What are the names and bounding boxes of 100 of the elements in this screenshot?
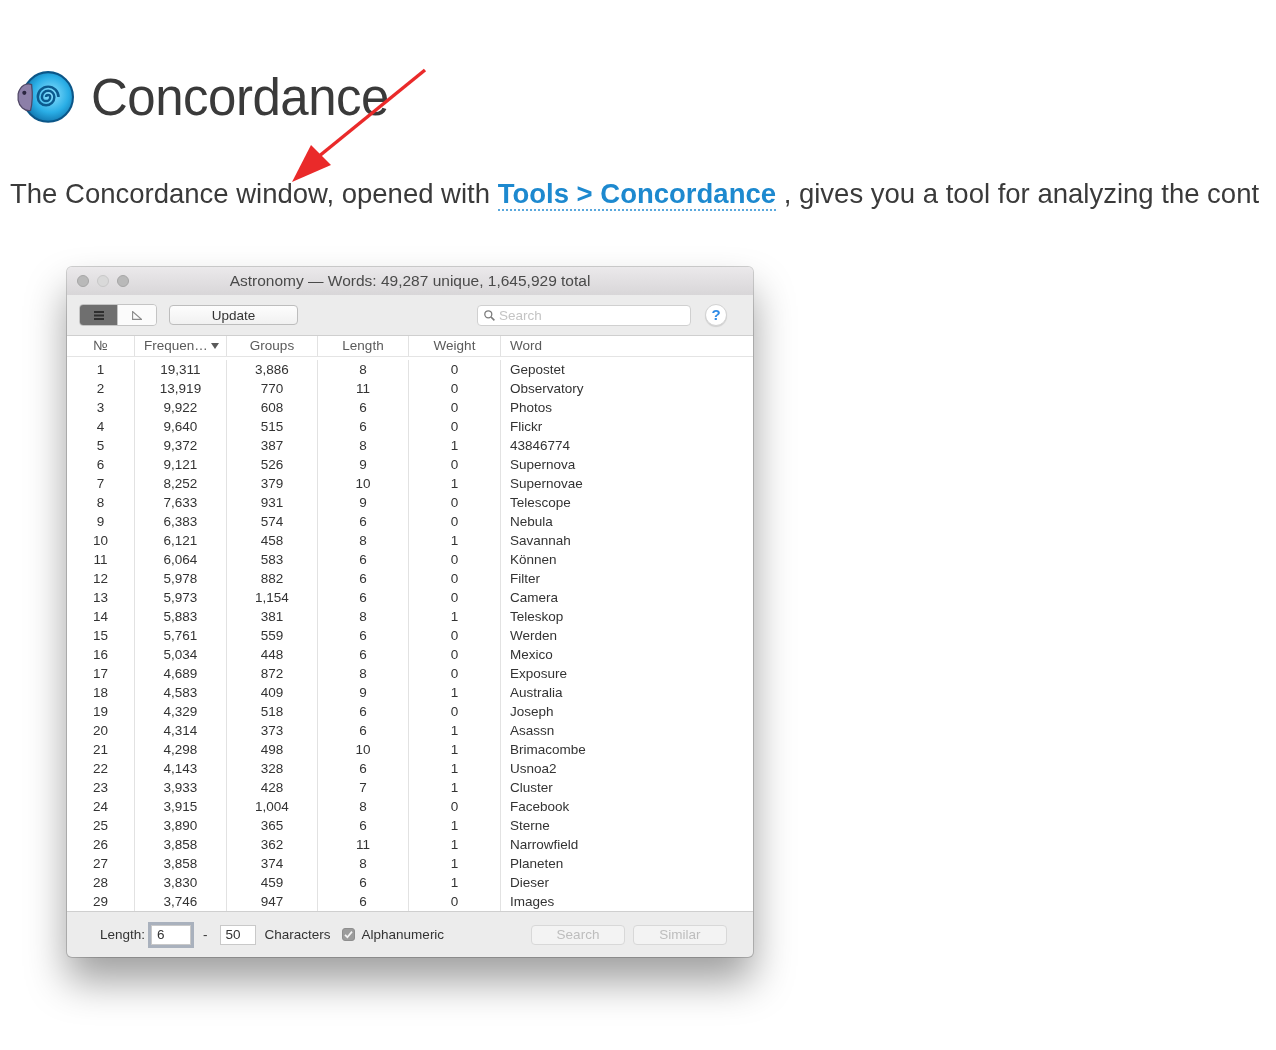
table-cell: 6,064 <box>135 550 227 570</box>
table-cell: 3 <box>67 398 135 418</box>
table-cell: 498 <box>227 740 318 760</box>
table-cell: 0 <box>409 512 501 532</box>
table-cell-text: Teleskop <box>509 608 565 627</box>
search-icon <box>484 309 495 321</box>
table-cell: 8 <box>318 360 409 380</box>
table-cell-text: Können <box>509 551 558 570</box>
table-cell: 11 <box>318 379 409 399</box>
table-cell: 8 <box>318 854 409 874</box>
table-cell: 8 <box>318 436 409 456</box>
table-cell-text: Narrowfield <box>509 836 580 855</box>
table-cell: 24 <box>67 797 135 817</box>
table-cell: 1,004 <box>227 797 318 817</box>
table-cell: 0 <box>409 360 501 380</box>
column-header[interactable]: Weight <box>409 336 501 357</box>
table-cell: 6 <box>318 873 409 893</box>
close-button[interactable] <box>77 275 89 287</box>
table-cell: 0 <box>409 550 501 570</box>
table-cell: 6 <box>318 417 409 437</box>
table-cell: 15 <box>67 626 135 646</box>
table-cell: 7,633 <box>135 493 227 513</box>
table-cell: 3,830 <box>135 873 227 893</box>
table-cell: 4,298 <box>135 740 227 760</box>
table-cell: 515 <box>227 417 318 437</box>
column-header[interactable]: Frequen… <box>135 336 227 357</box>
table-cell: 6 <box>318 569 409 589</box>
table-cell: 931 <box>227 493 318 513</box>
max-length-field[interactable]: 50 <box>219 924 256 945</box>
table-cell: 5,883 <box>135 607 227 627</box>
list-icon <box>93 310 104 320</box>
table-cell: 28 <box>67 873 135 893</box>
table-cell: 3,915 <box>135 797 227 817</box>
table-cell: 1 <box>409 778 501 798</box>
table-cell: 20 <box>67 721 135 741</box>
table-cell-text: Photos <box>509 399 554 418</box>
table-cell: 1,154 <box>227 588 318 608</box>
view-toggle-button[interactable] <box>80 305 118 326</box>
table-cell: 8 <box>318 531 409 551</box>
table-cell: 4,689 <box>135 664 227 684</box>
column-header[interactable]: Groups <box>227 336 318 357</box>
table-cell: 29 <box>67 892 135 912</box>
table-cell-text: Asassn <box>509 722 556 741</box>
table-cell: 448 <box>227 645 318 665</box>
table-cell: 0 <box>409 569 501 589</box>
table-cell: 3,890 <box>135 816 227 836</box>
table-cell: 1 <box>409 835 501 855</box>
table-cell-text: Savannah <box>509 532 572 551</box>
table-cell: 8 <box>318 797 409 817</box>
table-cell-text: Exposure <box>509 665 569 684</box>
table-cell-text: Dieser <box>509 874 550 893</box>
column-header[interactable]: Word <box>501 336 753 357</box>
table-cell: 11 <box>318 835 409 855</box>
table-cell: 2 <box>67 379 135 399</box>
table-cell: 0 <box>409 645 501 665</box>
table-cell: 409 <box>227 683 318 703</box>
table-cell: 947 <box>227 892 318 912</box>
table-cell: 5,973 <box>135 588 227 608</box>
table-cell: 4,583 <box>135 683 227 703</box>
table-cell: 22 <box>67 759 135 779</box>
min-length-field[interactable]: 6 <box>151 924 192 945</box>
window-title: Astronomy — Words: 49,287 unique, 1,645,929 total <box>229 271 591 290</box>
alphanumeric-checkbox[interactable] <box>341 928 355 942</box>
table-cell: 23 <box>67 778 135 798</box>
table-cell: 6 <box>318 550 409 570</box>
table-cell: 10 <box>318 740 409 760</box>
update-button[interactable]: Update <box>169 305 298 326</box>
table-cell: 1 <box>409 854 501 874</box>
table-cell-text: Flickr <box>509 418 544 437</box>
table-cell: 1 <box>409 436 501 456</box>
help-button[interactable]: ? <box>705 304 727 327</box>
range-dash: - <box>203 927 208 943</box>
table-cell: 9 <box>318 683 409 703</box>
table-cell: 1 <box>409 474 501 494</box>
table-cell: 374 <box>227 854 318 874</box>
table-cell: 0 <box>409 398 501 418</box>
table-cell: 428 <box>227 778 318 798</box>
table-cell: 10 <box>318 474 409 494</box>
table-cell-text: Gepostet <box>509 361 566 380</box>
table-cell: 19,311 <box>135 360 227 380</box>
column-header[interactable]: Length <box>318 336 409 357</box>
table-cell: 0 <box>409 493 501 513</box>
table-cell: 7 <box>67 474 135 494</box>
table-cell: 458 <box>227 531 318 551</box>
table-cell-text: 43846774 <box>509 437 572 456</box>
table-cell: 373 <box>227 721 318 741</box>
table-cell: 9,922 <box>135 398 227 418</box>
column-header[interactable]: № <box>67 336 135 357</box>
table-cell: 13 <box>67 588 135 608</box>
view-segmented-control[interactable] <box>79 304 157 327</box>
menu-path-link[interactable]: Tools > Concordance <box>497 178 777 211</box>
table-cell: 16 <box>67 645 135 665</box>
view-toggle-button[interactable] <box>118 305 156 326</box>
zoom-button[interactable] <box>117 275 129 287</box>
table-cell: 0 <box>409 626 501 646</box>
table-cell: 328 <box>227 759 318 779</box>
table-cell: 0 <box>409 702 501 722</box>
table-cell-text: Camera <box>509 589 559 608</box>
table-cell: 9 <box>67 512 135 532</box>
table-cell: 3,746 <box>135 892 227 912</box>
